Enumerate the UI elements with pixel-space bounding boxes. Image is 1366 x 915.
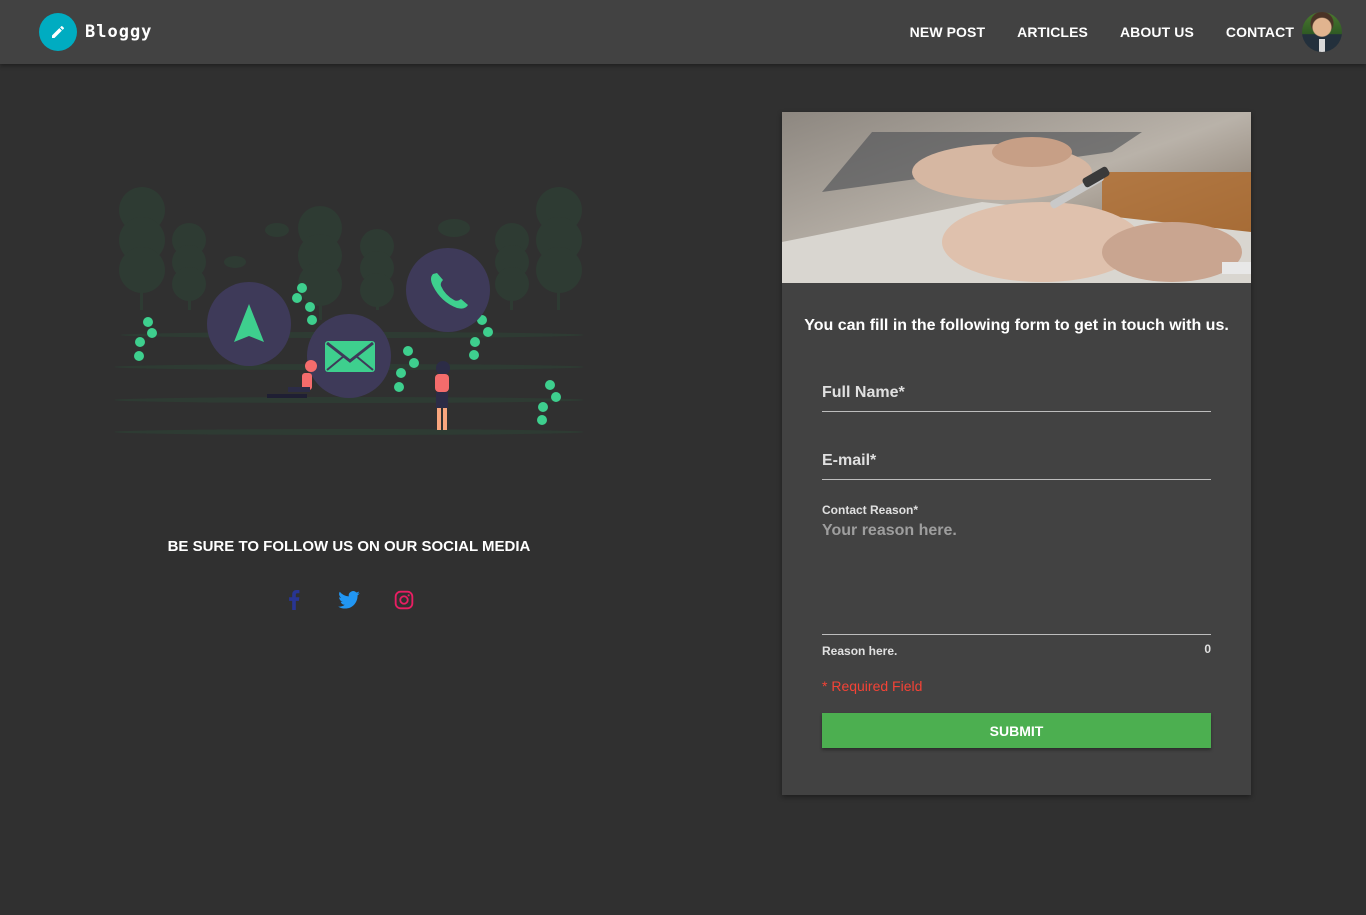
nav-new-post[interactable]: NEW POST [910,24,985,40]
email-field[interactable]: E-mail* [822,452,1211,480]
facebook-icon[interactable] [282,588,306,612]
full-name-label: Full Name* [822,384,905,401]
nav-about-us[interactable]: ABOUT US [1120,24,1194,40]
contact-reason-footer: Reason here. 0 [822,642,1211,658]
main-nav: NEW POST ARTICLES ABOUT US CONTACT [878,0,1294,64]
brand-logo-link[interactable]: Bloggy [39,13,152,51]
nav-articles[interactable]: ARTICLES [1017,24,1088,40]
submit-button[interactable]: SUBMIT [822,713,1211,748]
contact-reason-placeholder: Your reason here. [822,522,957,539]
character-counter: 0 [1204,642,1211,656]
form-intro-text: You can fill in the following form to ge… [804,317,1229,334]
email-label: E-mail* [822,452,877,469]
contact-reason-label: Contact Reason* [822,503,919,517]
social-links [0,588,698,612]
user-avatar[interactable] [1302,12,1342,52]
contact-reason-underline [822,634,1211,635]
contact-form-card: You can fill in the following form to ge… [782,112,1251,795]
social-follow-heading: BE SURE TO FOLLOW US ON OUR SOCIAL MEDIA [167,538,531,555]
writing-hand-image [782,112,1251,283]
pencil-icon [39,13,77,51]
email-underline [822,479,1211,480]
full-name-underline [822,411,1211,412]
nav-contact[interactable]: CONTACT [1226,24,1294,40]
contact-reason-textarea[interactable]: Contact Reason* Your reason here. [822,503,1211,635]
twitter-icon[interactable] [337,588,361,612]
full-name-field[interactable]: Full Name* [822,384,1211,412]
contact-illustration [114,187,584,435]
instagram-icon[interactable] [392,588,416,612]
top-toolbar: Bloggy NEW POST ARTICLES ABOUT US CONTAC… [0,0,1366,64]
contact-reason-hint: Reason here. [822,644,898,658]
brand-name: Bloggy [85,22,153,42]
required-field-note: * Required Field [822,678,923,694]
